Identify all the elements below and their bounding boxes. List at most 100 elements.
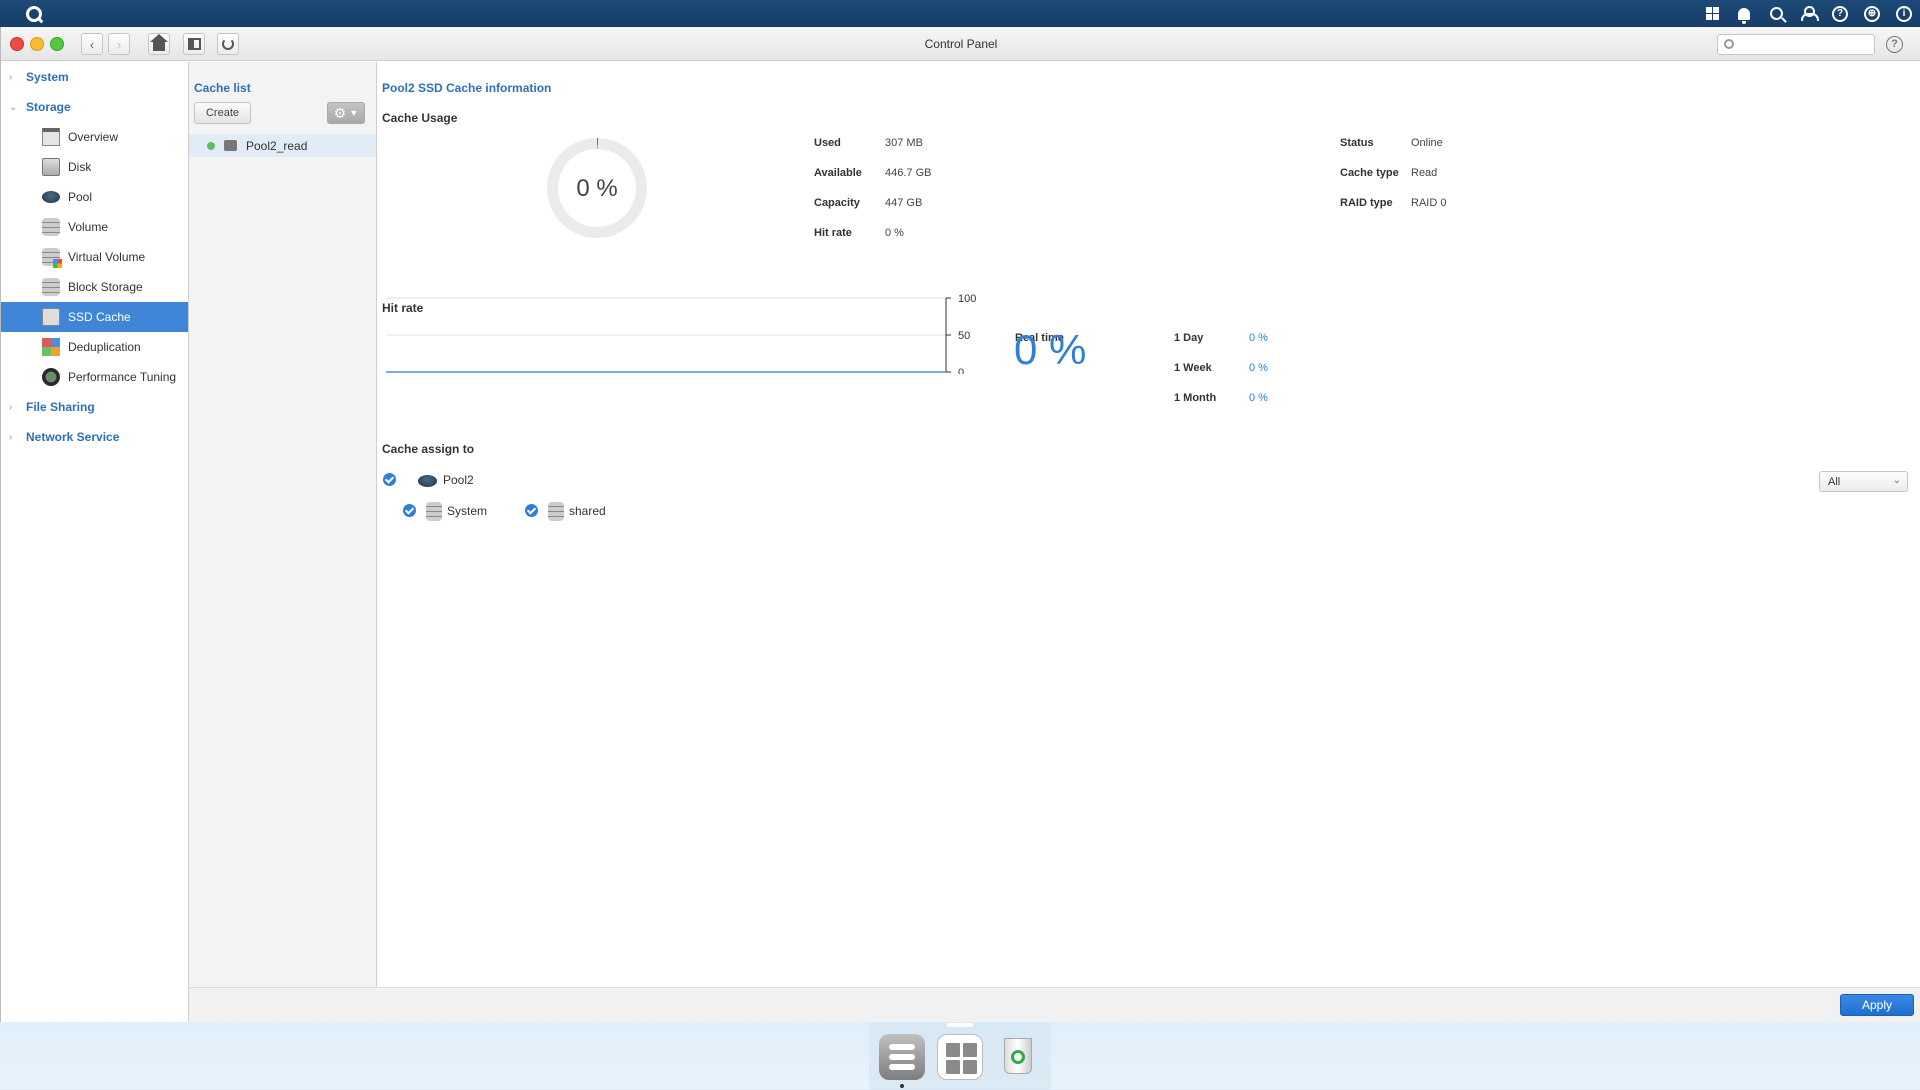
search-icon[interactable]	[1760, 0, 1792, 27]
field-key-used: Used	[814, 137, 841, 149]
sidebar-section-storage[interactable]: ⌄ Storage	[1, 92, 188, 122]
volume-system-checkbox[interactable]	[403, 504, 416, 517]
window-footer: Apply	[189, 987, 1920, 1022]
overview-icon	[42, 128, 60, 146]
y-tick-label: 100	[958, 294, 976, 305]
disk-icon	[42, 158, 60, 176]
chevron-down-icon: ⌄	[1892, 475, 1901, 486]
sidebar: › System ⌄ Storage Overview Disk Pool Vo…	[1, 62, 189, 1022]
help-icon[interactable]: ?	[1824, 0, 1856, 27]
field-value-capacity: 447 GB	[885, 197, 923, 209]
cache-usage-percent: 0 %	[576, 175, 618, 202]
notification-bell-icon[interactable]	[1728, 0, 1760, 27]
field-value-cache-type: Read	[1411, 167, 1438, 179]
field-key-cache-type: Cache type	[1340, 167, 1399, 179]
system-top-bar: ? ⊕ i	[0, 0, 1920, 27]
search-icon	[1724, 39, 1734, 49]
period-label-day: 1 Day	[1174, 332, 1204, 344]
sidebar-item-volume[interactable]: Volume	[1, 212, 188, 242]
sidebar-section-label: System	[26, 70, 69, 84]
sidebar-item-label: Block Storage	[68, 280, 143, 294]
sidebar-item-ssd-cache[interactable]: SSD Cache	[1, 302, 188, 332]
volume-shared-label: shared	[569, 504, 606, 518]
control-panel-window: ‹ › Control Panel ? › System ⌄ Storage O…	[0, 27, 1920, 1022]
sidebar-section-file-sharing[interactable]: › File Sharing	[1, 392, 188, 422]
chevron-right-icon: ›	[9, 71, 13, 83]
sidebar-item-deduplication[interactable]: Deduplication	[1, 332, 188, 362]
pool-icon	[418, 475, 437, 487]
period-label-month: 1 Month	[1174, 392, 1217, 404]
recycle-bin-dock-icon[interactable]	[995, 1034, 1041, 1080]
volume-shared-checkbox[interactable]	[525, 504, 538, 517]
sidebar-item-performance-tuning[interactable]: Performance Tuning	[1, 362, 188, 392]
period-value-month: 0 %	[1249, 392, 1268, 404]
window-title: Control Panel	[924, 37, 998, 51]
window-titlebar: ‹ › Control Panel ?	[1, 27, 1920, 61]
taskbar-dock	[869, 1022, 1051, 1090]
volume-icon	[42, 218, 60, 236]
dock-indicator	[947, 1023, 973, 1027]
running-indicator	[900, 1084, 904, 1088]
sidebar-section-label: Network Service	[26, 430, 120, 444]
y-tick-label: 50	[958, 330, 970, 342]
virtual-volume-icon	[42, 248, 62, 268]
field-key-available: Available	[814, 167, 862, 179]
chevron-right-icon: ›	[9, 401, 13, 413]
apply-button[interactable]: Apply	[1840, 994, 1914, 1016]
cache-usage-title: Cache Usage	[382, 111, 458, 125]
sidebar-item-label: Performance Tuning	[68, 370, 177, 384]
field-key-status: Status	[1340, 137, 1374, 149]
ssd-cache-icon	[42, 308, 60, 326]
field-value-raid-type: RAID 0	[1411, 197, 1447, 209]
cache-list-item[interactable]: Pool2_read	[189, 134, 376, 157]
sidebar-section-network-service[interactable]: › Network Service	[1, 422, 188, 452]
user-icon[interactable]	[1792, 0, 1824, 27]
cache-usage-donut: 0 %	[547, 138, 647, 238]
field-value-used: 307 MB	[885, 137, 923, 149]
search-input[interactable]	[1740, 37, 1870, 52]
pool-assign-label: Pool2	[443, 473, 474, 487]
apps-grid-icon[interactable]	[1696, 0, 1728, 27]
dashboard-icon[interactable]: i	[1888, 0, 1920, 27]
cache-info-panel: Pool2 SSD Cache information Cache Usage …	[378, 62, 1920, 987]
sidebar-item-label: Overview	[68, 130, 119, 144]
sidebar-section-label: File Sharing	[26, 400, 95, 414]
sidebar-item-label: Pool	[68, 190, 93, 204]
performance-tuning-icon	[42, 368, 60, 386]
sidebar-section-label: Storage	[26, 100, 71, 114]
realtime-hit-rate-value: 0 %	[1014, 326, 1087, 373]
window-search[interactable]	[1717, 34, 1875, 55]
logo-icon[interactable]	[26, 5, 42, 22]
volume-icon	[426, 502, 442, 521]
cache-actions-menu-button[interactable]: ⚙ ▼	[327, 102, 365, 124]
sidebar-item-pool[interactable]: Pool	[1, 182, 188, 212]
sidebar-section-system[interactable]: › System	[1, 62, 188, 92]
period-label-week: 1 Week	[1174, 362, 1212, 374]
field-value-status: Online	[1411, 137, 1443, 149]
app-center-dock-icon[interactable]	[937, 1034, 983, 1080]
sidebar-item-label: SSD Cache	[68, 310, 131, 324]
page-title: Pool2 SSD Cache information	[382, 81, 552, 95]
volume-system-label: System	[447, 504, 488, 518]
sidebar-item-virtual-volume[interactable]: Virtual Volume	[1, 242, 188, 272]
status-online-icon	[207, 142, 215, 150]
chevron-right-icon: ›	[9, 431, 13, 443]
field-key-hit-rate: Hit rate	[814, 227, 852, 239]
sidebar-item-block-storage[interactable]: Block Storage	[1, 272, 188, 302]
sidebar-item-label: Virtual Volume	[68, 250, 146, 264]
cache-list-panel: Cache list Create ⚙ ▼ Pool2_read	[189, 62, 377, 1022]
volume-filter-select[interactable]: All ⌄	[1819, 471, 1908, 492]
field-value-hit-rate: 0 %	[885, 227, 904, 239]
volume-icon	[548, 502, 564, 521]
sidebar-item-disk[interactable]: Disk	[1, 152, 188, 182]
globe-icon[interactable]: ⊕	[1856, 0, 1888, 27]
sidebar-item-overview[interactable]: Overview	[1, 122, 188, 152]
pool-assign-checkbox[interactable]	[383, 473, 396, 486]
create-cache-button[interactable]: Create	[194, 102, 251, 124]
window-help-button[interactable]: ?	[1886, 36, 1903, 53]
chevron-down-icon: ⌄	[9, 101, 18, 113]
control-panel-dock-icon[interactable]	[879, 1034, 925, 1080]
ssd-drive-icon	[224, 140, 237, 151]
field-value-available: 446.7 GB	[885, 167, 932, 179]
chevron-down-icon: ▼	[349, 108, 359, 118]
